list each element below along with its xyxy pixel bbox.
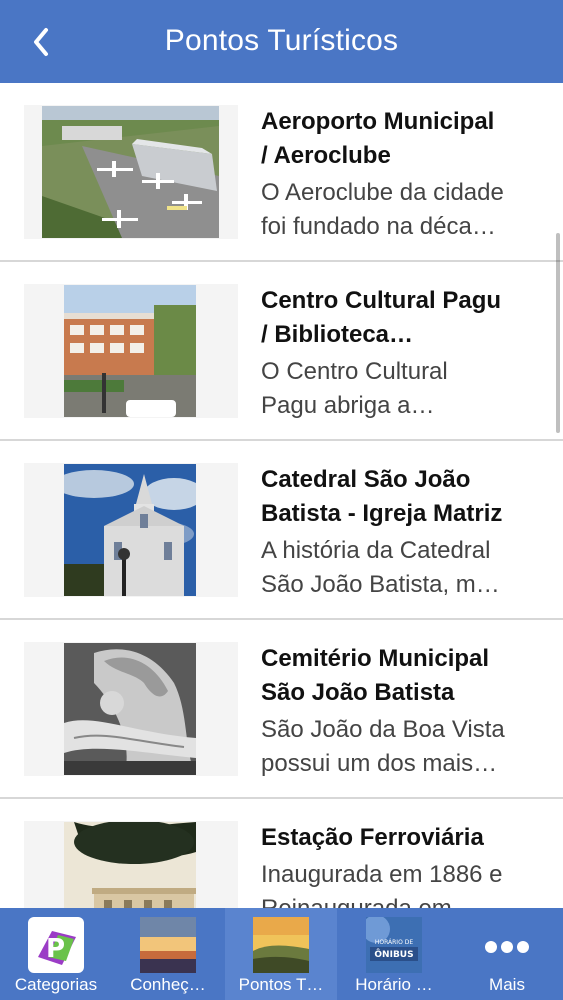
- svg-text:ÔNIBUS: ÔNIBUS: [374, 948, 413, 960]
- tab-label: Pontos T…: [238, 975, 324, 994]
- item-description: O Aeroclube da cidade: [261, 179, 504, 206]
- item-description: São João Batista, m…: [261, 571, 500, 598]
- list-item[interactable]: Centro Cultural Pagu / Biblioteca… O Cen…: [0, 262, 563, 441]
- item-title: Aeroporto Municipal: [261, 108, 495, 135]
- svg-text:P: P: [46, 934, 65, 964]
- item-description: São João da Boa Vista: [261, 716, 505, 743]
- tab-label: Conheç…: [130, 975, 206, 994]
- item-description: Inaugurada em 1886 e: [261, 861, 503, 888]
- airport-thumbnail: [42, 106, 219, 238]
- item-description: possui um dos mais…: [261, 750, 498, 777]
- item-title: Centro Cultural Pagu: [261, 287, 502, 314]
- cultural-center-thumbnail: [64, 285, 196, 417]
- tab-pontos-turisticos[interactable]: Pontos T…: [225, 908, 337, 1000]
- scrollbar[interactable]: [556, 233, 560, 433]
- tab-mais[interactable]: Mais: [451, 908, 563, 1000]
- list-item[interactable]: Estação Ferroviária Inaugurada em 1886 e…: [0, 799, 563, 908]
- item-title: / Biblioteca…: [261, 321, 414, 348]
- item-description: foi fundado na déca…: [261, 213, 496, 240]
- item-description: Pagu abriga a…: [261, 392, 435, 419]
- list-item[interactable]: Catedral São João Batista - Igreja Matri…: [0, 441, 563, 620]
- tab-label: Horário …: [355, 975, 433, 994]
- tab-label: Mais: [489, 975, 525, 994]
- item-title: São João Batista: [261, 679, 455, 706]
- cemetery-thumbnail: [64, 643, 196, 775]
- more-dots-icon: [479, 917, 535, 973]
- page-title: Pontos Turísticos: [164, 24, 399, 57]
- item-title: Batista - Igreja Matriz: [261, 500, 503, 527]
- tab-categorias[interactable]: P Categorias: [0, 908, 112, 1000]
- navigation-bar: Pontos Turísticos: [0, 0, 563, 83]
- sunset-thumbnail-icon: [140, 917, 196, 973]
- item-title: Cemitério Municipal: [261, 645, 490, 672]
- list-item[interactable]: Aeroporto Municipal / Aeroclube O Aerocl…: [0, 83, 563, 262]
- tab-bar: P Categorias Conheç… Pontos T… HORÁRIO D…: [0, 908, 563, 1000]
- item-title: / Aeroclube: [261, 142, 391, 169]
- bus-schedule-icon: HORÁRIO DE ÔNIBUS: [366, 917, 422, 973]
- item-description: Reinaugurada em…: [261, 892, 546, 908]
- item-title: Catedral São João: [261, 466, 471, 493]
- landscape-thumbnail-icon: [253, 917, 309, 973]
- tab-horario[interactable]: HORÁRIO DE ÔNIBUS Horário …: [338, 908, 450, 1000]
- cathedral-thumbnail: [64, 464, 196, 596]
- tab-conheca[interactable]: Conheç…: [112, 908, 224, 1000]
- categories-app-icon: P: [28, 917, 84, 973]
- train-station-thumbnail: [64, 822, 196, 908]
- list-item[interactable]: Cemitério Municipal São João Batista São…: [0, 620, 563, 799]
- item-description: A história da Catedral: [261, 537, 491, 564]
- svg-text:HORÁRIO DE: HORÁRIO DE: [375, 939, 413, 946]
- item-description: O Centro Cultural: [261, 358, 448, 385]
- tourist-spots-list[interactable]: Aeroporto Municipal / Aeroclube O Aerocl…: [0, 83, 563, 908]
- item-title: Estação Ferroviária: [261, 824, 484, 851]
- tab-label: Categorias: [14, 975, 98, 994]
